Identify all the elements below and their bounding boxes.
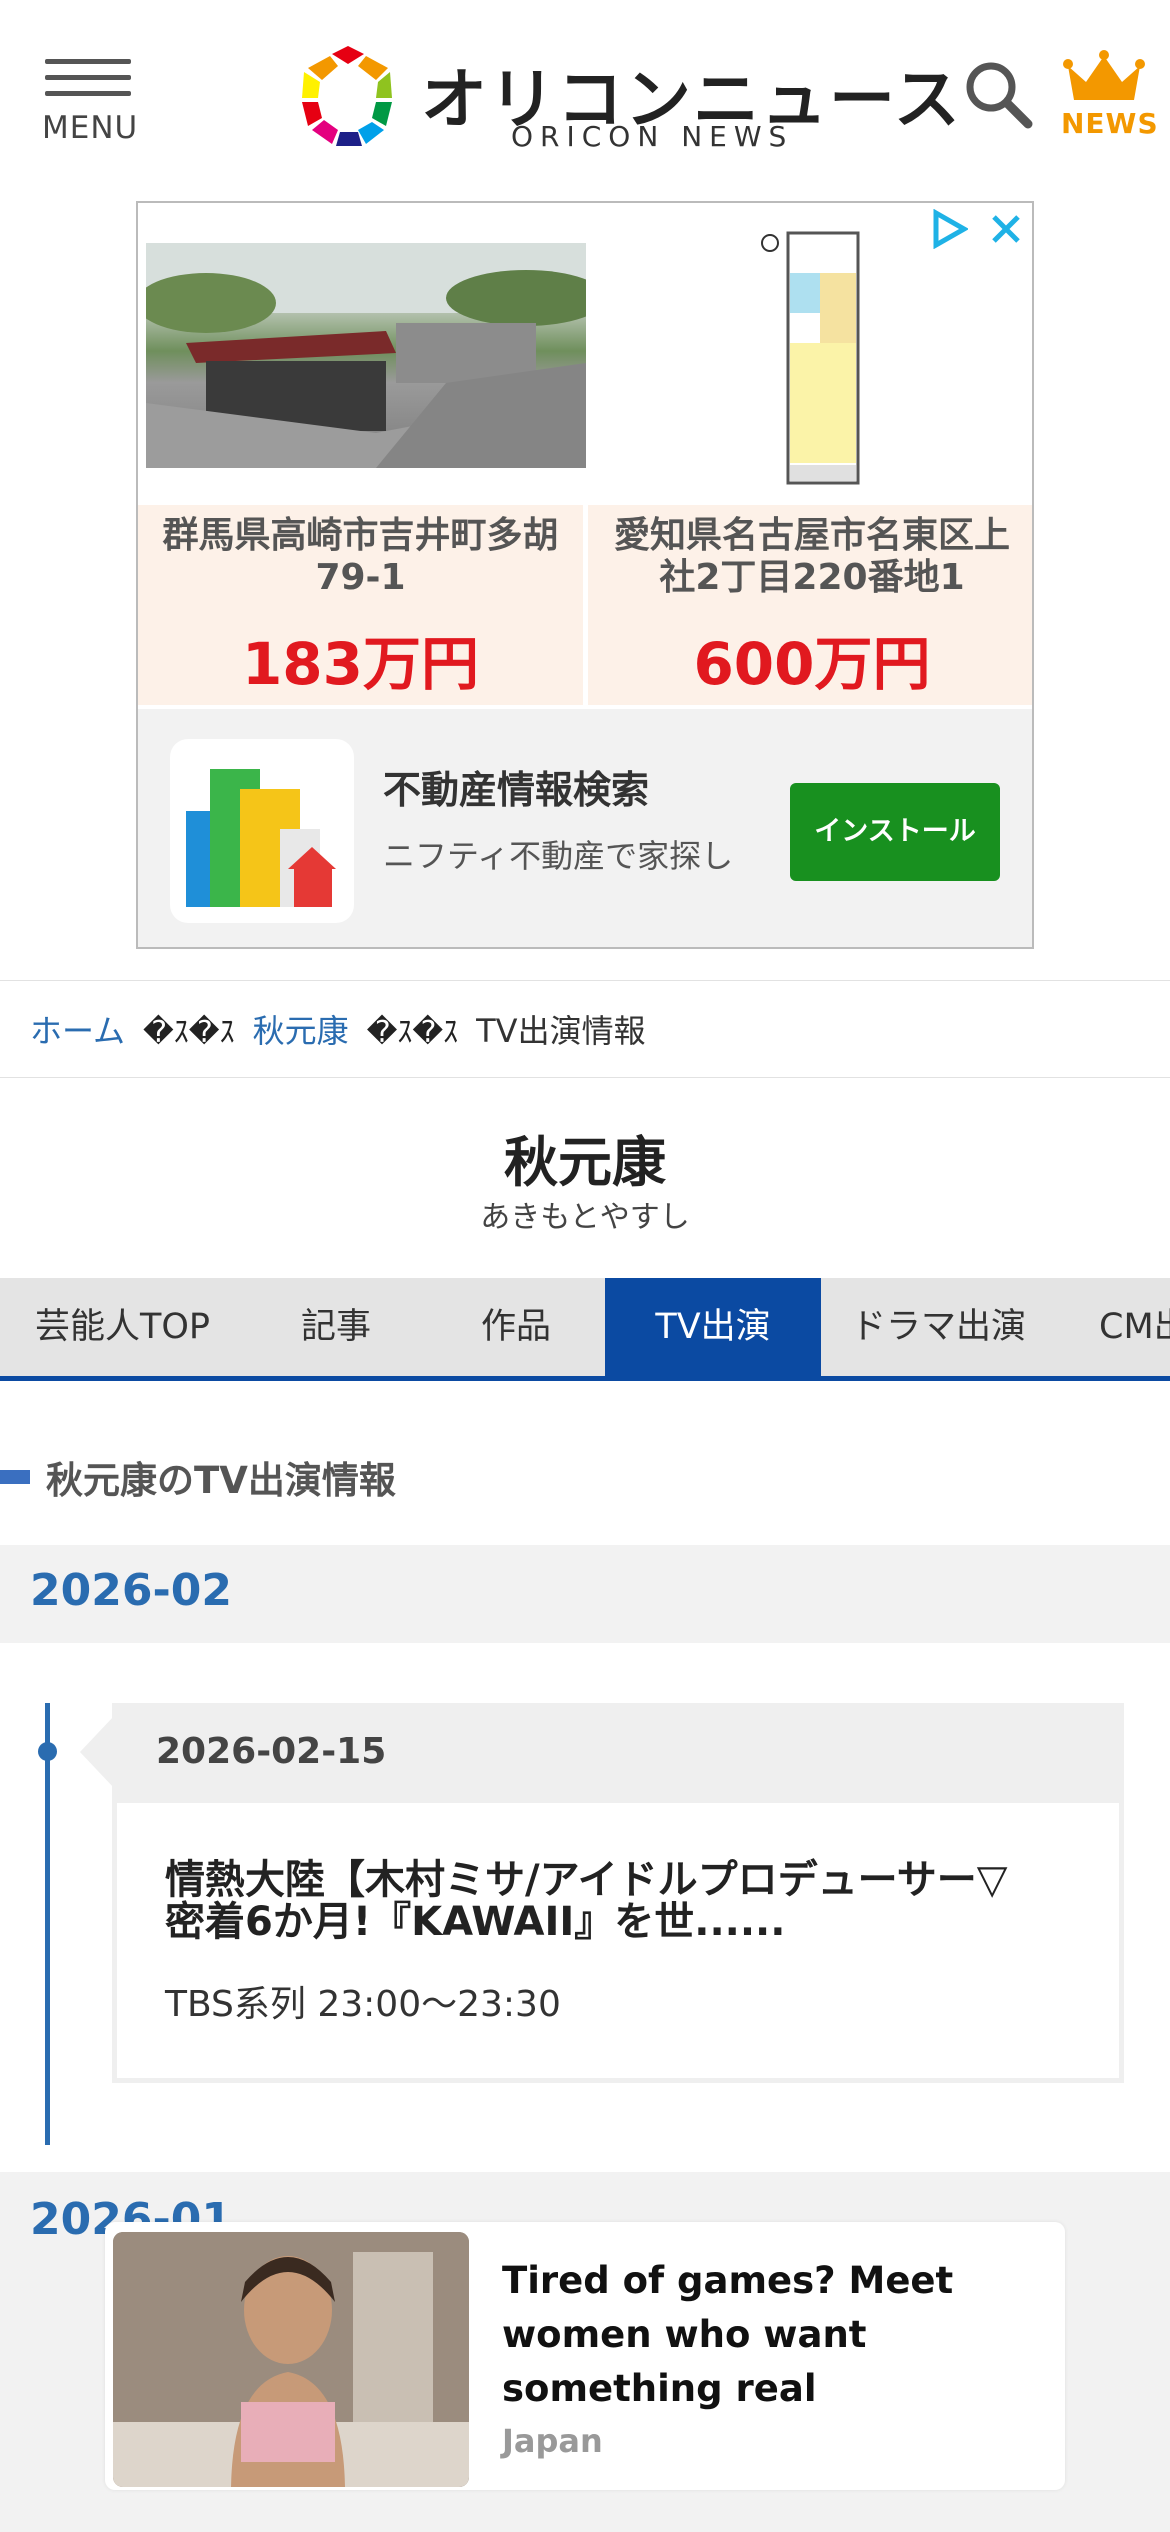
news-ranking-button[interactable]: NEWS — [1058, 50, 1158, 140]
timeline-dot — [38, 1742, 57, 1761]
profile-tabs: 芸能人TOP 記事 作品 TV出演 ドラマ出演 CM出 — [0, 1278, 1170, 1381]
buildings-icon — [186, 769, 336, 907]
menu-button[interactable]: MENU — [40, 55, 140, 146]
logo-subtitle: ORICON NEWS — [511, 120, 794, 153]
month-label: 2026-02 — [30, 1565, 232, 1616]
install-button[interactable]: インストール — [790, 783, 1000, 881]
page-title-reading: あきもとやすし — [480, 1200, 690, 1235]
tab-tv-appearances[interactable]: TV出演 — [605, 1278, 821, 1376]
month-header: 2026-02 — [0, 1545, 1170, 1643]
listing-card-1[interactable]: 群馬県高崎市吉井町多胡 79-1 183万円 — [138, 505, 583, 705]
house-photo-illustration — [146, 243, 586, 468]
breadcrumb-separator: �ｽ�ｽ — [366, 1015, 459, 1050]
app-title: 不動産情報検索 — [383, 768, 650, 812]
sponsored-ad[interactable]: Tired of games? Meet women who want some… — [105, 2222, 1065, 2490]
app-promo[interactable]: 不動産情報検索 ニフティ不動産で家探し インストール — [138, 709, 1032, 947]
oricon-logo[interactable]: オリコンニュース ORICON NEWS — [296, 40, 960, 155]
section-title: 秋元康のTV出演情報 — [46, 1459, 396, 1502]
tab-articles[interactable]: 記事 — [245, 1278, 427, 1376]
date-pointer — [80, 1716, 114, 1788]
menu-label: MENU — [42, 110, 139, 146]
property-photo[interactable] — [146, 243, 586, 468]
close-icon[interactable] — [986, 209, 1026, 249]
hamburger-icon — [45, 59, 131, 64]
crown-icon — [1063, 50, 1145, 100]
app-description: ニフティ不動産で家探し — [383, 837, 734, 875]
hamburger-icon-line — [45, 91, 131, 96]
breadcrumb-current: TV出演情報 — [476, 1012, 646, 1050]
listing-address-line1: 群馬県高崎市吉井町多胡 — [162, 515, 559, 556]
program-card[interactable]: 情熱大陸【木村ミサ/アイドルプロデューサー▽ 密着6か月!『KAWAII』を世.… — [112, 1803, 1124, 2083]
ad-headline-line3: something real — [502, 2367, 817, 2410]
listing-price: 600万円 — [693, 630, 931, 698]
listing-price: 183万円 — [241, 630, 480, 698]
tab-cm-appearances[interactable]: CM出 — [1056, 1278, 1170, 1376]
hamburger-icon-line — [45, 75, 131, 80]
listing-address-line2: 社2丁目220番地1 — [659, 557, 965, 598]
tab-works[interactable]: 作品 — [427, 1278, 605, 1376]
adchoices-icon[interactable] — [928, 209, 968, 249]
program-broadcast: TBS系列 23:00〜23:30 — [165, 1984, 561, 2025]
news-label: NEWS — [1061, 107, 1159, 140]
floor-plan-illustration — [761, 231, 860, 485]
entry-date-header: 2026-02-15 — [112, 1703, 1124, 1803]
breadcrumb-home-link[interactable]: ホーム — [30, 1006, 125, 1052]
breadcrumb: ホーム �ｽ�ｽ 秋元康 �ｽ�ｽ TV出演情報 — [0, 980, 1170, 1078]
listing-address: 群馬県高崎市吉井町多胡 79-1 — [138, 515, 583, 599]
real-estate-ad[interactable]: 群馬県高崎市吉井町多胡 79-1 183万円 愛知県名古屋市名東区上 社2丁目2… — [136, 201, 1034, 949]
site-header: MENU オリコンニュース ORICON NEWS NEWS — [0, 0, 1170, 190]
timeline-line — [45, 1703, 50, 2145]
ad-source: Japan — [502, 2422, 603, 2460]
ad-headline-line1: Tired of games? Meet — [502, 2259, 954, 2302]
ad-headline-line2: women who want — [502, 2313, 867, 2356]
breadcrumb-person-link[interactable]: 秋元康 — [253, 1006, 349, 1052]
ad-image[interactable] — [113, 2232, 469, 2487]
app-icon — [170, 739, 354, 923]
section-heading-bar — [0, 1470, 30, 1484]
ad-controls — [928, 209, 1026, 249]
listing-address-line2: 79-1 — [315, 557, 406, 598]
breadcrumb-separator: �ｽ�ｽ — [143, 1015, 235, 1050]
person-photo-illustration — [113, 2232, 469, 2487]
listing-address: 愛知県名古屋市名東区上 社2丁目220番地1 — [588, 515, 1032, 599]
ad-headline[interactable]: Tired of games? Meet women who want some… — [502, 2254, 1022, 2416]
search-button[interactable] — [962, 58, 1034, 130]
program-title[interactable]: 情熱大陸【木村ミサ/アイドルプロデューサー▽ 密着6か月!『KAWAII』を世.… — [165, 1859, 1065, 1943]
logo-mark-icon — [302, 46, 392, 146]
tab-drama-appearances[interactable]: ドラマ出演 — [821, 1278, 1056, 1376]
tab-talent-top[interactable]: 芸能人TOP — [0, 1278, 245, 1376]
search-icon — [966, 62, 1033, 129]
listing-card-2[interactable]: 愛知県名古屋市名東区上 社2丁目220番地1 600万円 — [588, 505, 1032, 705]
program-title-line1: 情熱大陸【木村ミサ/アイドルプロデューサー▽ — [165, 1857, 1008, 1903]
floor-plan-image[interactable] — [758, 213, 878, 498]
program-title-line2: 密着6か月!『KAWAII』を世...... — [165, 1899, 786, 1945]
page-title: 秋元康 — [504, 1131, 666, 1194]
listing-address-line1: 愛知県名古屋市名東区上 — [613, 515, 1010, 556]
entry-date: 2026-02-15 — [156, 1731, 387, 1772]
